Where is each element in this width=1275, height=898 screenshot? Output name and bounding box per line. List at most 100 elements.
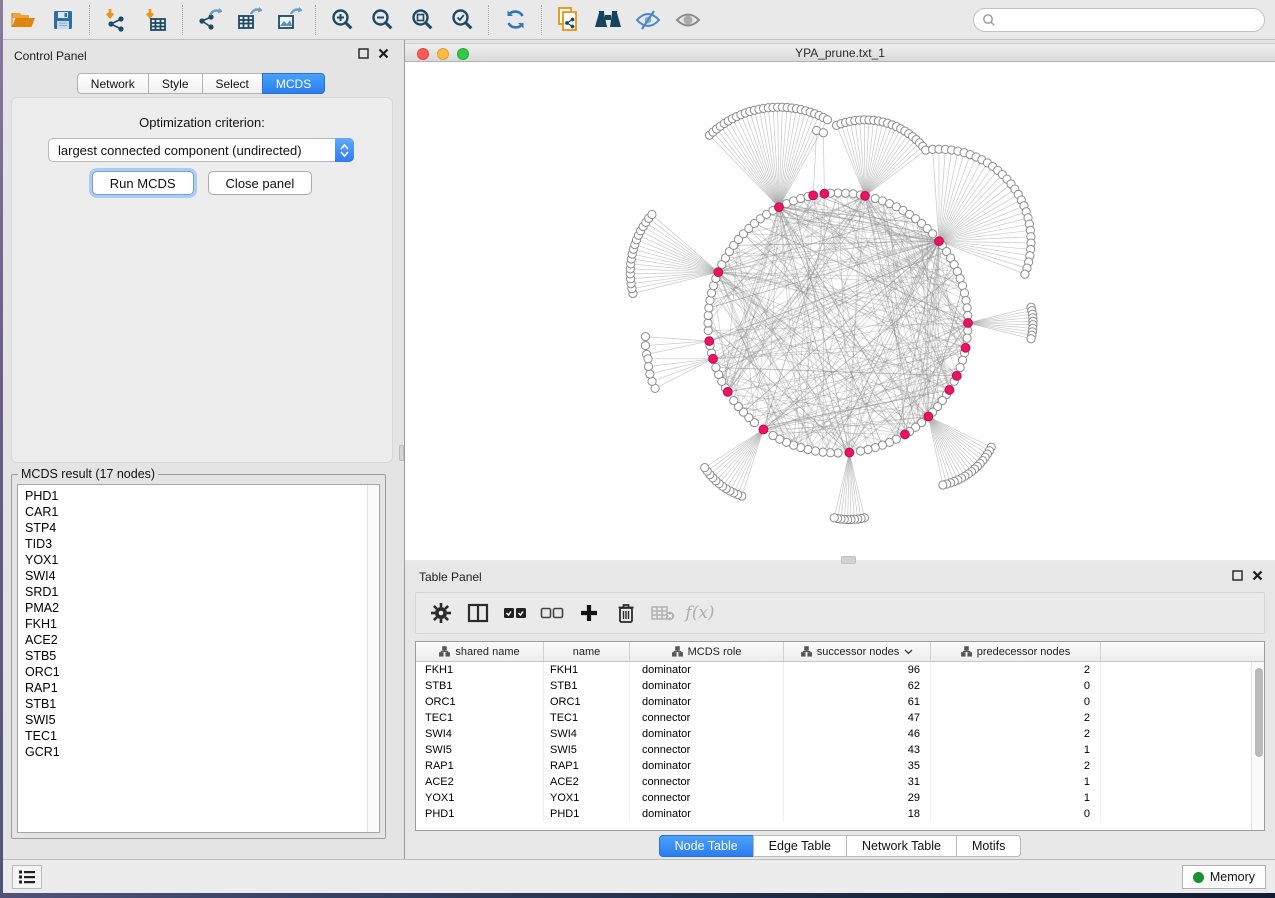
export-image-button[interactable]	[274, 5, 304, 35]
leaf-node[interactable]	[819, 129, 827, 137]
mcds-dominator-node[interactable]	[775, 203, 784, 212]
cell-shared_name[interactable]: ORC1	[416, 694, 544, 710]
table-row[interactable]: STB1STB1dominator620	[416, 678, 1264, 694]
column-header-successor-nodes[interactable]: successor nodes	[784, 642, 931, 661]
cell-successor_nodes[interactable]: 29	[784, 790, 931, 806]
mcds-result-item[interactable]: STB1	[25, 696, 367, 712]
minimize-traffic-light[interactable]	[437, 48, 449, 60]
network-node[interactable]	[730, 397, 738, 405]
leaf-node[interactable]	[644, 362, 652, 370]
cell-mcds_role[interactable]: connector	[630, 710, 784, 726]
mcds-result-item[interactable]: STB5	[25, 648, 367, 664]
tab-node-table[interactable]: Node Table	[659, 835, 753, 857]
leaf-node[interactable]	[641, 333, 649, 341]
network-node[interactable]	[960, 289, 968, 297]
cell-predecessor_nodes[interactable]: 1	[931, 774, 1101, 790]
cell-shared_name[interactable]: SWI5	[416, 742, 544, 758]
cell-successor_nodes[interactable]: 43	[784, 742, 931, 758]
vertical-splitter-handle[interactable]	[399, 445, 404, 461]
network-node[interactable]	[705, 304, 713, 312]
task-history-button[interactable]	[12, 865, 42, 889]
cell-mcds_role[interactable]: connector	[630, 790, 784, 806]
mcds-dominator-node[interactable]	[924, 412, 933, 421]
tab-network[interactable]: Network	[77, 73, 148, 94]
cell-mcds_role[interactable]: dominator	[630, 726, 784, 742]
leaf-node[interactable]	[646, 370, 654, 378]
column-header-predecessor-nodes[interactable]: predecessor nodes	[931, 642, 1101, 661]
network-node[interactable]	[704, 311, 712, 319]
mcds-result-item[interactable]: SRD1	[25, 584, 367, 600]
mcds-dominator-node[interactable]	[964, 319, 973, 328]
table-row[interactable]: SWI4SWI4dominator462	[416, 726, 1264, 742]
cell-name[interactable]: RAP1	[544, 758, 630, 774]
mcds-result-item[interactable]: YOX1	[25, 552, 367, 568]
mcds-result-item[interactable]: ACE2	[25, 632, 367, 648]
mcds-dominator-node[interactable]	[809, 191, 818, 200]
leaf-node[interactable]	[641, 341, 649, 349]
mcds-result-item[interactable]: RAP1	[25, 680, 367, 696]
close-panel-icon[interactable]	[1252, 570, 1263, 581]
network-node[interactable]	[704, 319, 712, 327]
table-scrollbar-thumb[interactable]	[1255, 668, 1263, 757]
network-node[interactable]	[834, 189, 842, 197]
mcds-dominator-node[interactable]	[709, 354, 718, 363]
network-node[interactable]	[712, 363, 720, 371]
table-row[interactable]: SWI5SWI5connector431	[416, 742, 1264, 758]
cell-successor_nodes[interactable]: 61	[784, 694, 931, 710]
cell-successor_nodes[interactable]: 47	[784, 710, 931, 726]
mcds-result-list[interactable]: PHD1CAR1STP4TID3YOX1SWI4SRD1PMA2FKH1ACE2…	[18, 485, 367, 832]
maximize-traffic-light[interactable]	[457, 48, 469, 60]
table-row[interactable]: ORC1ORC1dominator610	[416, 694, 1264, 710]
network-node[interactable]	[834, 449, 842, 457]
cell-name[interactable]: YOX1	[544, 790, 630, 806]
leaf-node[interactable]	[939, 481, 947, 489]
cell-name[interactable]: SWI5	[544, 742, 630, 758]
network-node[interactable]	[849, 190, 857, 198]
cell-predecessor_nodes[interactable]: 2	[931, 758, 1101, 774]
network-node[interactable]	[769, 431, 777, 439]
select-all-button[interactable]	[502, 600, 528, 626]
search-network-button[interactable]	[593, 5, 623, 35]
float-panel-icon[interactable]	[358, 48, 369, 59]
show-graphics-button[interactable]	[673, 5, 703, 35]
tab-mcds[interactable]: MCDS	[262, 73, 325, 94]
cell-successor_nodes[interactable]: 31	[784, 774, 931, 790]
open-file-button[interactable]	[8, 5, 38, 35]
network-node[interactable]	[963, 334, 971, 342]
mcds-result-item[interactable]: PMA2	[25, 600, 367, 616]
save-button[interactable]	[48, 5, 78, 35]
network-node[interactable]	[704, 326, 712, 334]
mcds-result-item[interactable]: STP4	[25, 520, 367, 536]
cell-predecessor_nodes[interactable]: 2	[931, 710, 1101, 726]
leaf-node[interactable]	[1027, 335, 1035, 343]
tab-style[interactable]: Style	[148, 73, 202, 94]
cell-name[interactable]: TEC1	[544, 710, 630, 726]
zoom-out-button[interactable]	[367, 5, 397, 35]
network-node[interactable]	[826, 449, 834, 457]
tab-network-table[interactable]: Network Table	[846, 835, 956, 857]
mcds-dominator-node[interactable]	[952, 371, 961, 380]
cell-shared_name[interactable]: PHD1	[416, 806, 544, 822]
tab-motifs[interactable]: Motifs	[956, 835, 1021, 857]
leaf-node[interactable]	[701, 464, 709, 472]
tab-edge-table[interactable]: Edge Table	[753, 835, 846, 857]
mcds-result-item[interactable]: CAR1	[25, 504, 367, 520]
cell-mcds_role[interactable]: connector	[630, 774, 784, 790]
criterion-dropdown[interactable]: largest connected component (undirected)	[48, 138, 354, 162]
cell-shared_name[interactable]: FKH1	[416, 662, 544, 678]
mcds-dominator-node[interactable]	[845, 448, 854, 457]
cell-successor_nodes[interactable]: 46	[784, 726, 931, 742]
cell-mcds_role[interactable]: connector	[630, 742, 784, 758]
mcds-result-item[interactable]: PHD1	[25, 488, 367, 504]
memory-button[interactable]: Memory	[1182, 865, 1266, 889]
network-node[interactable]	[963, 304, 971, 312]
cell-mcds_role[interactable]: dominator	[630, 662, 784, 678]
network-file-button[interactable]	[553, 5, 583, 35]
refresh-button[interactable]	[500, 5, 530, 35]
search-box[interactable]	[973, 8, 1265, 32]
zoom-in-button[interactable]	[327, 5, 357, 35]
cell-mcds_role[interactable]: dominator	[630, 694, 784, 710]
cell-successor_nodes[interactable]: 35	[784, 758, 931, 774]
cell-mcds_role[interactable]: dominator	[630, 758, 784, 774]
float-panel-icon[interactable]	[1232, 570, 1243, 581]
